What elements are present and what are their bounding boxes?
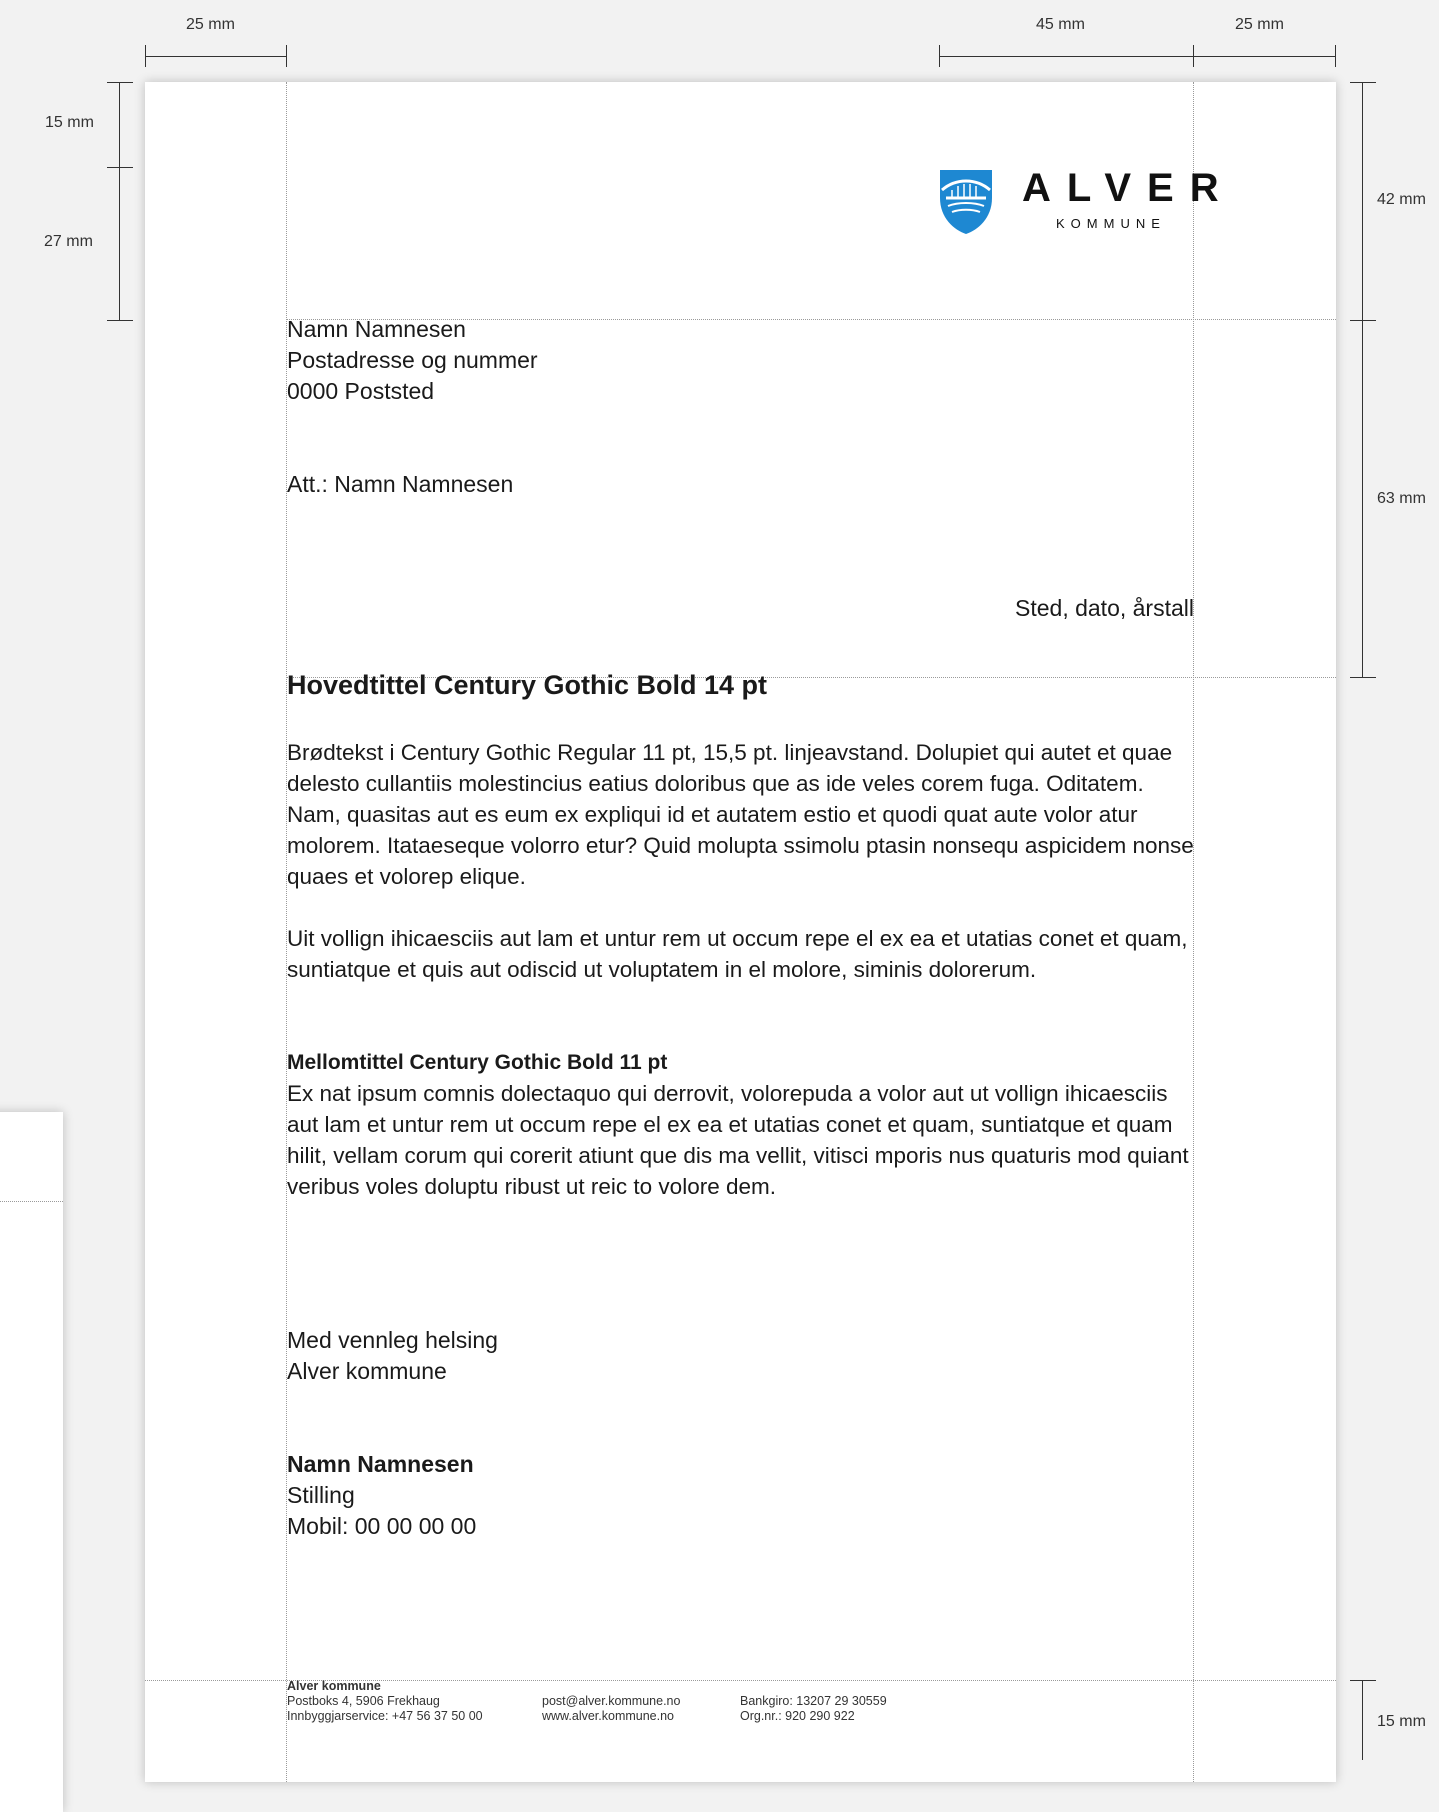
dim-tick xyxy=(145,45,146,67)
shield-icon xyxy=(940,170,992,234)
paragraph-1: Brødtekst i Century Gothic Regular 11 pt… xyxy=(287,740,1194,889)
dim-right-column-label: 45 mm xyxy=(1036,16,1085,33)
dim-tick xyxy=(1350,1680,1376,1681)
date-line: Sted, dato, årstall xyxy=(1015,595,1194,621)
paragraph-3: Ex nat ipsum comnis dolectaquo qui derro… xyxy=(287,1081,1189,1199)
dim-header-total-label: 42 mm xyxy=(1377,191,1426,208)
second-page xyxy=(0,1112,63,1812)
logo-subtext: KOMMUNE xyxy=(1056,216,1166,231)
main-title: Hovedtittel Century Gothic Bold 14 pt xyxy=(287,670,768,700)
subtitle: Mellomtittel Century Gothic Bold 11 pt xyxy=(287,1051,668,1074)
dim-top-margin-label: 15 mm xyxy=(45,114,94,131)
signature-mobile: Mobil: 00 00 00 00 xyxy=(287,1513,477,1539)
dim-right-margin-label: 25 mm xyxy=(1235,16,1284,33)
closing-org: Alver kommune xyxy=(287,1358,447,1384)
recipient-address: Postadresse og nummer xyxy=(287,347,538,373)
dim-tick xyxy=(1350,82,1376,83)
dim-footer-vertical xyxy=(1362,1680,1363,1760)
dim-tick xyxy=(1335,45,1336,67)
logo-wordmark: ALVER xyxy=(1022,166,1235,210)
footer-bank: Bankgiro: 13207 29 30559 xyxy=(740,1694,887,1708)
logo: ALVER KOMMUNE xyxy=(938,166,1219,238)
dim-tick xyxy=(1350,677,1376,678)
dim-left-vertical xyxy=(119,82,120,320)
closing-greeting: Med vennleg helsing xyxy=(287,1327,498,1353)
letter-page: ALVER KOMMUNE Namn Namnesen Postadresse … xyxy=(145,82,1336,1782)
dim-tick xyxy=(107,82,133,83)
footer-orgnr: Org.nr.: 920 290 922 xyxy=(740,1709,855,1723)
footer-service: Innbyggjarservice: +47 56 37 50 00 xyxy=(287,1709,483,1723)
footer-web: www.alver.kommune.no xyxy=(542,1709,675,1723)
recipient-postal: 0000 Poststed xyxy=(287,378,435,404)
dim-left-margin-label: 25 mm xyxy=(186,16,235,33)
dim-tick xyxy=(1350,320,1376,321)
dim-tick xyxy=(1193,45,1194,67)
dim-right-vertical xyxy=(1362,82,1363,677)
dim-logo-area-label: 27 mm xyxy=(44,233,93,250)
recipient-name: Namn Namnesen xyxy=(287,316,466,342)
recipient-att: Att.: Namn Namnesen xyxy=(287,471,514,497)
dim-footer-margin-label: 15 mm xyxy=(1377,1713,1426,1730)
dim-tick xyxy=(107,167,133,168)
signature-name: Namn Namnesen xyxy=(287,1451,474,1477)
footer-email: post@alver.kommune.no xyxy=(542,1694,681,1708)
signature-title: Stilling xyxy=(287,1482,355,1508)
dim-address-block-label: 63 mm xyxy=(1377,490,1426,507)
footer-postbox: Postboks 4, 5906 Frekhaug xyxy=(287,1694,440,1708)
footer-org-name: Alver kommune xyxy=(287,1679,381,1693)
guide-line xyxy=(0,1201,63,1202)
dim-tick xyxy=(286,45,287,67)
dim-tick xyxy=(939,45,940,67)
paragraph-2: Uit vollign ihicaesciis aut lam et untur… xyxy=(287,926,1188,982)
dim-tick xyxy=(107,320,133,321)
dim-left-margin-line xyxy=(145,56,286,57)
dim-right-line xyxy=(939,56,1336,57)
